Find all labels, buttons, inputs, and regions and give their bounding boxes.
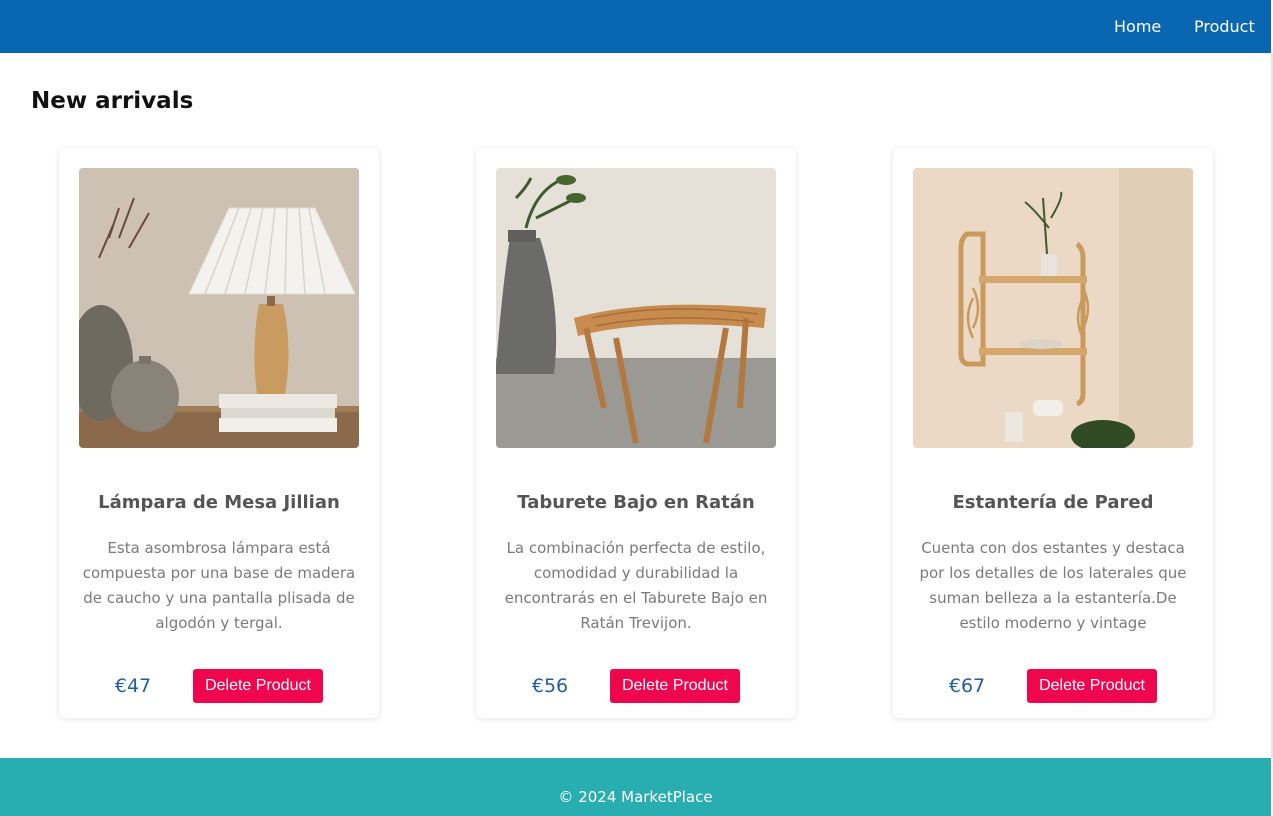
product-image-stool	[496, 168, 776, 448]
delete-product-button[interactable]: Delete Product	[193, 669, 323, 703]
section-title: New arrivals	[31, 88, 194, 114]
product-description: Esta asombrosa lámpara está compuesta po…	[82, 539, 356, 632]
product-price: €67	[948, 675, 986, 697]
navbar: Home Product	[0, 0, 1271, 53]
product-price: €47	[114, 675, 152, 697]
product-title: Estantería de Pared	[952, 492, 1154, 513]
product-title: Lámpara de Mesa Jillian	[98, 492, 340, 513]
product-description: Cuenta con dos estantes y destaca por lo…	[919, 539, 1187, 632]
product-card: Taburete Bajo en Ratán La combinación pe…	[476, 148, 796, 718]
footer-copyright: © 2024 MarketPlace	[558, 788, 713, 806]
delete-product-button[interactable]: Delete Product	[1027, 669, 1157, 703]
product-price: €56	[531, 675, 569, 697]
product-card: Estantería de Pared Cuenta con dos estan…	[893, 148, 1213, 718]
nav-link-product[interactable]: Product	[1194, 17, 1255, 37]
nav-link-home[interactable]: Home	[1114, 17, 1161, 37]
product-title: Taburete Bajo en Ratán	[517, 492, 755, 513]
product-image-shelf	[913, 168, 1193, 448]
product-image-lamp	[79, 168, 359, 448]
delete-product-button[interactable]: Delete Product	[610, 669, 740, 703]
product-description: La combinación perfecta de estilo, comod…	[504, 539, 768, 632]
footer: © 2024 MarketPlace	[0, 758, 1271, 816]
product-card: Lámpara de Mesa Jillian Esta asombrosa l…	[59, 148, 379, 718]
